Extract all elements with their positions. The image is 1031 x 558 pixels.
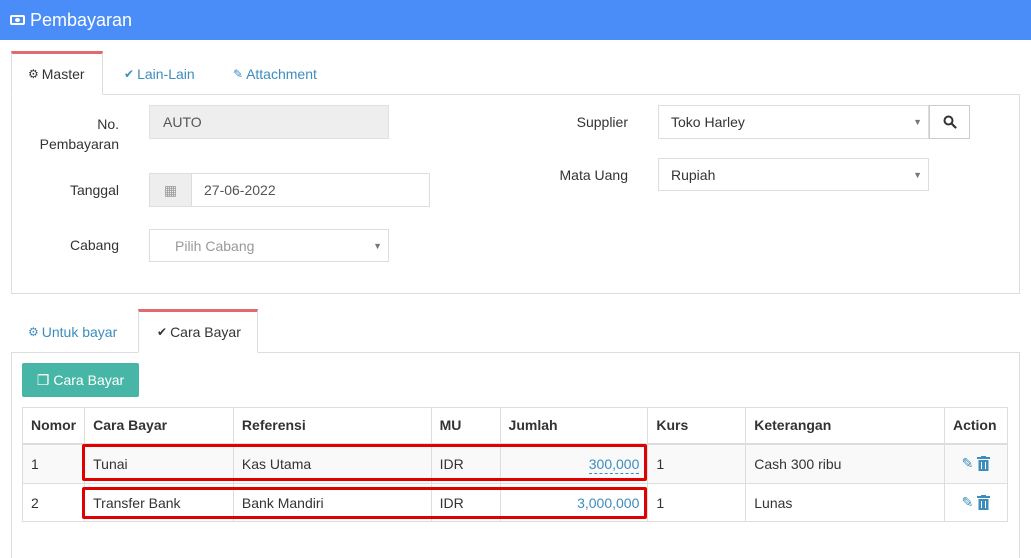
header-mu: MU bbox=[430, 407, 501, 445]
table-header-row: Nomor Cara Bayar Referensi MU Jumlah Kur… bbox=[21, 407, 1009, 445]
header-referensi: Referensi bbox=[232, 407, 432, 445]
cell-kurs: 1 bbox=[647, 483, 747, 522]
paperclip-icon: ✎ bbox=[233, 67, 244, 81]
check-circle-icon: ✔ bbox=[157, 325, 168, 339]
cell-cara-bayar: Transfer Bank bbox=[84, 483, 234, 522]
cell-mu: IDR bbox=[430, 483, 501, 522]
calendar-icon[interactable]: ▦ bbox=[150, 174, 192, 206]
chevron-down-icon: ▼ bbox=[913, 117, 922, 127]
header-keterangan: Keterangan bbox=[745, 407, 945, 445]
check-circle-icon: ✔ bbox=[124, 67, 135, 81]
no-pembayaran-label: No. Pembayaran bbox=[39, 116, 119, 152]
tab-master[interactable]: ⚙ Master bbox=[11, 51, 103, 95]
gears-icon: ⚙ bbox=[28, 325, 39, 339]
trash-icon[interactable] bbox=[977, 495, 991, 510]
cell-keterangan: Lunas bbox=[745, 483, 945, 522]
window-title-bar: Pembayaran bbox=[0, 0, 1031, 40]
cell-nomor: 1 bbox=[21, 443, 86, 484]
mata-uang-label: Mata Uang bbox=[559, 167, 628, 183]
window-title: Pembayaran bbox=[30, 9, 133, 30]
supplier-select[interactable]: Toko Harley ▼ bbox=[658, 105, 929, 139]
table-row: 2 Transfer Bank Bank Mandiri IDR 3,000,0… bbox=[21, 483, 1009, 522]
cell-nomor: 2 bbox=[21, 483, 86, 522]
tab-cara-bayar[interactable]: ✔ Cara Bayar bbox=[138, 309, 258, 353]
header-nomor: Nomor bbox=[21, 407, 86, 445]
tanggal-label: Tanggal bbox=[69, 182, 119, 198]
cell-referensi: Kas Utama bbox=[232, 443, 432, 484]
edit-icon[interactable]: ✎ bbox=[962, 494, 974, 511]
cabang-label: Cabang bbox=[69, 237, 119, 253]
cabang-select[interactable]: Pilih Cabang ▼ bbox=[149, 229, 389, 262]
chevron-down-icon: ▼ bbox=[913, 169, 922, 180]
mata-uang-select[interactable]: Rupiah ▼ bbox=[658, 158, 929, 191]
cell-cara-bayar: Tunai bbox=[84, 443, 234, 484]
gears-icon: ⚙ bbox=[28, 67, 39, 81]
cell-referensi: Bank Mandiri bbox=[232, 483, 432, 522]
header-jumlah: Jumlah bbox=[499, 407, 649, 445]
tanggal-field[interactable]: ▦ 27-06-2022 bbox=[149, 173, 430, 207]
supplier-label: Supplier bbox=[576, 114, 628, 130]
edit-icon[interactable]: ✎ bbox=[962, 455, 974, 472]
cell-jumlah[interactable]: 300,000 bbox=[499, 443, 649, 484]
tab-untuk-bayar[interactable]: ⚙ Untuk bayar bbox=[28, 310, 138, 354]
chevron-down-icon: ▼ bbox=[373, 240, 382, 251]
search-icon bbox=[943, 115, 957, 129]
table-row: 1 Tunai Kas Utama IDR 300,000 1 Cash 300… bbox=[21, 443, 1009, 484]
cell-action: ✎ bbox=[943, 443, 1009, 484]
cell-jumlah[interactable]: 3,000,000 bbox=[499, 483, 649, 522]
copy-icon: ❐ bbox=[36, 371, 50, 388]
header-action: Action bbox=[943, 407, 1009, 445]
supplier-search-button[interactable] bbox=[929, 105, 970, 139]
editable-amount[interactable]: 3,000,000 bbox=[577, 495, 639, 511]
cell-action: ✎ bbox=[943, 483, 1009, 522]
cell-kurs: 1 bbox=[647, 443, 747, 484]
money-icon bbox=[10, 15, 25, 25]
tab-lain-lain[interactable]: ✔ Lain-Lain bbox=[124, 52, 214, 96]
no-pembayaran-field: AUTO bbox=[149, 105, 389, 139]
cell-mu: IDR bbox=[430, 443, 501, 484]
header-kurs: Kurs bbox=[647, 407, 747, 445]
trash-icon[interactable] bbox=[977, 456, 991, 472]
add-cara-bayar-button[interactable]: ❐ Cara Bayar bbox=[22, 363, 139, 397]
tab-attachment[interactable]: ✎ Attachment bbox=[233, 52, 333, 96]
cell-keterangan: Cash 300 ribu bbox=[745, 443, 945, 484]
editable-amount[interactable]: 300,000 bbox=[588, 455, 640, 474]
cara-bayar-table: Nomor Cara Bayar Referensi MU Jumlah Kur… bbox=[21, 407, 1009, 522]
header-cara-bayar: Cara Bayar bbox=[84, 407, 234, 445]
